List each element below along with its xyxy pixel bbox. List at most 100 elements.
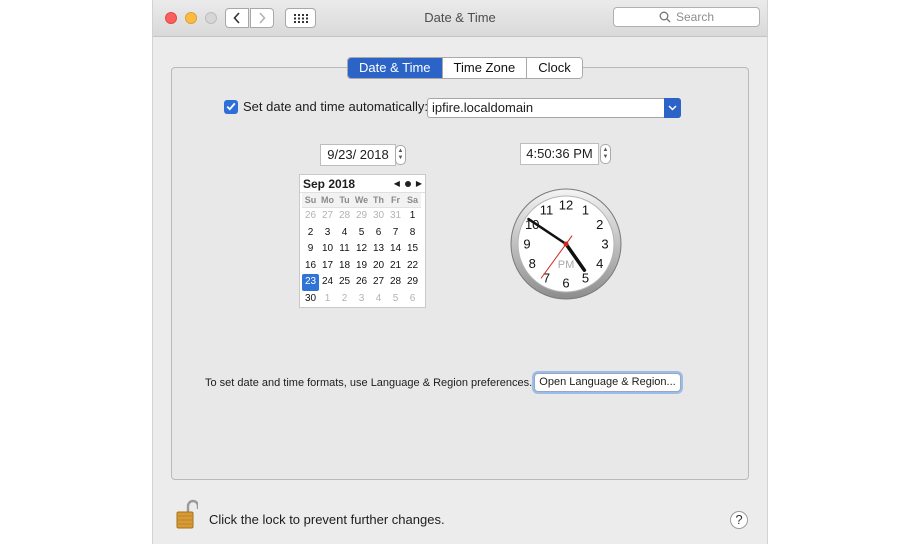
clock-numeral: 4 xyxy=(596,256,603,271)
clock-center xyxy=(563,241,569,247)
calendar-day[interactable]: 26 xyxy=(302,208,319,225)
calendar-day-selected[interactable]: 23 xyxy=(302,274,319,291)
calendar-day[interactable]: 31 xyxy=(387,208,404,225)
clock-numeral: 3 xyxy=(601,237,608,252)
calendar-day[interactable]: 2 xyxy=(336,291,353,308)
calendar-day[interactable]: 28 xyxy=(387,274,404,291)
weekday-header: Tu xyxy=(336,193,353,208)
calendar-day[interactable]: 5 xyxy=(387,291,404,308)
calendar-nav: ◀ ▶ xyxy=(394,179,422,188)
calendar-header: Sep 2018 ◀ ▶ xyxy=(300,175,425,193)
calendar-day[interactable]: 30 xyxy=(302,291,319,308)
today-dot-icon[interactable] xyxy=(404,180,411,187)
open-language-region-button[interactable]: Open Language & Region... xyxy=(534,373,681,392)
calendar-day[interactable]: 4 xyxy=(370,291,387,308)
stepper-down-icon: ▼ xyxy=(397,155,404,161)
calendar-day[interactable]: 29 xyxy=(404,274,421,291)
auto-set-checkbox[interactable] xyxy=(224,99,238,114)
weekday-header: Sa xyxy=(404,193,421,208)
clock-numeral: 5 xyxy=(582,270,589,285)
calendar-day[interactable]: 12 xyxy=(353,241,370,258)
title-bar: Date & Time Search xyxy=(153,0,767,37)
calendar-day[interactable]: 11 xyxy=(336,241,353,258)
search-field[interactable]: Search xyxy=(613,7,760,27)
clock-numeral: 1 xyxy=(582,203,589,218)
analog-clock: 12 1 2 3 4 5 6 7 8 9 10 11 PM xyxy=(510,188,622,300)
calendar-day[interactable]: 3 xyxy=(319,225,336,242)
time-stepper[interactable]: ▲ ▼ xyxy=(600,144,611,164)
calendar-day[interactable]: 4 xyxy=(336,225,353,242)
stepper-up-icon: ▲ xyxy=(397,148,404,154)
time-server-select[interactable]: ipfire.localdomain xyxy=(427,98,681,118)
calendar-day[interactable]: 6 xyxy=(370,225,387,242)
calendar-day[interactable]: 29 xyxy=(353,208,370,225)
formats-hint: To set date and time formats, use Langua… xyxy=(205,377,533,389)
weekday-header: Su xyxy=(302,193,319,208)
help-button[interactable]: ? xyxy=(730,511,748,529)
calendar-day[interactable]: 10 xyxy=(319,241,336,258)
calendar-day[interactable]: 13 xyxy=(370,241,387,258)
next-month-icon[interactable]: ▶ xyxy=(416,179,422,188)
clock-numeral: 9 xyxy=(523,237,530,252)
weekday-header: Th xyxy=(370,193,387,208)
calendar-day[interactable]: 25 xyxy=(336,274,353,291)
calendar-day[interactable]: 28 xyxy=(336,208,353,225)
calendar-day[interactable]: 22 xyxy=(404,258,421,275)
time-server-value: ipfire.localdomain xyxy=(432,100,534,115)
lock-message: Click the lock to prevent further change… xyxy=(209,512,445,527)
calendar-day[interactable]: 5 xyxy=(353,225,370,242)
system-preferences-window: Date & Time Search Date & Time Time Zone… xyxy=(153,0,767,544)
previous-month-icon[interactable]: ◀ xyxy=(394,179,400,188)
date-stepper[interactable]: ▲ ▼ xyxy=(395,145,406,165)
calendar-day[interactable]: 18 xyxy=(336,258,353,275)
clock-numeral: 11 xyxy=(540,203,554,218)
time-field[interactable]: 4:50:36 PM xyxy=(520,143,599,165)
calendar-day[interactable]: 14 xyxy=(387,241,404,258)
checkmark-icon xyxy=(226,102,236,111)
calendar-day[interactable]: 8 xyxy=(404,225,421,242)
calendar-day[interactable]: 1 xyxy=(319,291,336,308)
clock-numeral: 2 xyxy=(596,217,603,232)
lock-button[interactable] xyxy=(176,499,200,529)
calendar-month: Sep 2018 xyxy=(303,176,356,191)
calendar-day[interactable]: 1 xyxy=(404,208,421,225)
auto-set-row: Set date and time automatically: xyxy=(224,99,428,114)
chevron-down-icon[interactable] xyxy=(664,98,681,118)
clock-numeral: 8 xyxy=(529,256,536,271)
calendar-day[interactable]: 3 xyxy=(353,291,370,308)
clock-numeral: 12 xyxy=(559,198,573,213)
calendar-day[interactable]: 27 xyxy=(370,274,387,291)
calendar-day[interactable]: 7 xyxy=(387,225,404,242)
calendar-day[interactable]: 17 xyxy=(319,258,336,275)
auto-set-label: Set date and time automatically: xyxy=(243,99,428,114)
content-panel xyxy=(171,67,749,480)
calendar-day[interactable]: 21 xyxy=(387,258,404,275)
calendar-day[interactable]: 19 xyxy=(353,258,370,275)
calendar-day[interactable]: 26 xyxy=(353,274,370,291)
calendar-day[interactable]: 24 xyxy=(319,274,336,291)
calendar-day[interactable]: 27 xyxy=(319,208,336,225)
search-icon xyxy=(659,11,671,23)
calendar-day[interactable]: 9 xyxy=(302,241,319,258)
tab-date-time[interactable]: Date & Time xyxy=(348,58,443,78)
lock-open-icon xyxy=(176,499,200,529)
search-placeholder: Search xyxy=(675,10,715,24)
calendar-day[interactable]: 16 xyxy=(302,258,319,275)
clock-ampm: PM xyxy=(558,259,575,271)
tab-bar: Date & Time Time Zone Clock xyxy=(347,57,583,79)
clock-numeral: 6 xyxy=(562,276,569,291)
stepper-up-icon: ▲ xyxy=(602,147,609,153)
calendar-day[interactable]: 20 xyxy=(370,258,387,275)
calendar: Sep 2018 ◀ ▶ Su Mo Tu We Th Fr Sa 26 27 28 29 30 31 1… xyxy=(299,174,426,308)
weekday-header: Fr xyxy=(387,193,404,208)
weekday-header: Mo xyxy=(319,193,336,208)
calendar-grid: Su Mo Tu We Th Fr Sa 26 27 28 29 30 31 1 2 3 4 5 6 7 8 9 10 11 1… xyxy=(300,193,425,308)
calendar-day[interactable]: 30 xyxy=(370,208,387,225)
tab-clock[interactable]: Clock xyxy=(527,58,582,78)
tab-time-zone[interactable]: Time Zone xyxy=(442,58,528,78)
calendar-day[interactable]: 2 xyxy=(302,225,319,242)
date-field[interactable]: 9/23/ 2018 xyxy=(320,144,396,166)
clock-numeral: 7 xyxy=(543,270,550,285)
calendar-day[interactable]: 6 xyxy=(404,291,421,308)
calendar-day[interactable]: 15 xyxy=(404,241,421,258)
